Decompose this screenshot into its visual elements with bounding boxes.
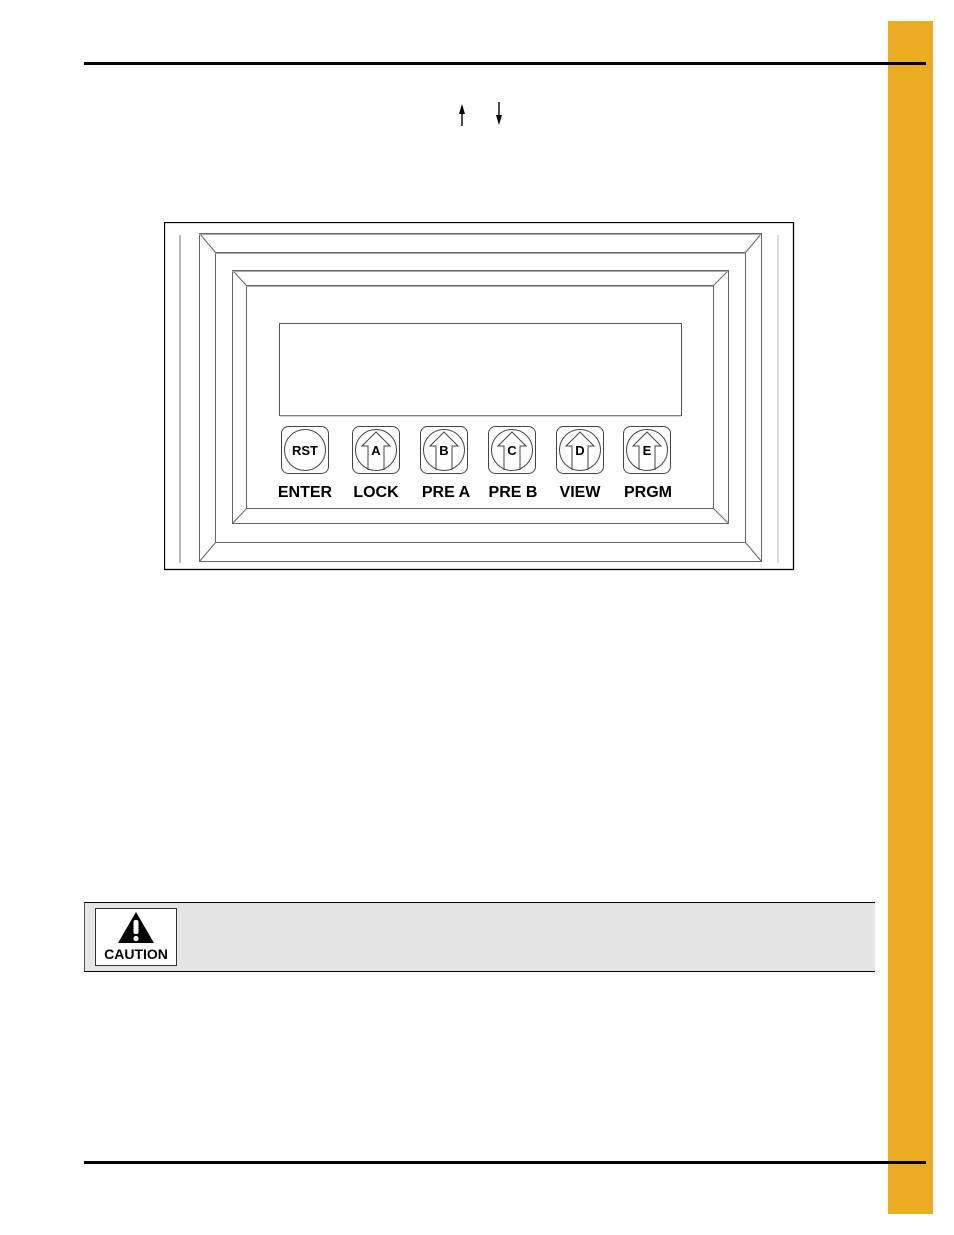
key-rst[interactable]: RST (281, 426, 329, 474)
caution-box (84, 902, 875, 972)
key-face-text: B (439, 443, 448, 458)
key-face-text: A (371, 443, 381, 458)
up-arrow-icon (459, 104, 465, 126)
key-face-text: C (507, 443, 517, 458)
key-label-rst: ENTER (278, 484, 333, 501)
caution-icon: CAUTION (95, 908, 177, 966)
key-label-a: LOCK (353, 484, 399, 501)
key-b[interactable]: B (420, 426, 468, 474)
arrow-symbols (459, 102, 502, 126)
key-d[interactable]: D (556, 426, 604, 474)
key-face-text: RST (292, 443, 318, 458)
key-label-e: PRGM (624, 484, 672, 501)
lcd-display (279, 323, 682, 416)
section-tab (888, 21, 933, 1214)
key-face-text: E (643, 443, 652, 458)
key-c[interactable]: C (488, 426, 536, 474)
down-arrow-icon (496, 102, 502, 125)
footer-rule (84, 1161, 926, 1164)
key-label-c: PRE B (489, 484, 538, 501)
key-e[interactable]: E (623, 426, 671, 474)
controller-panel-figure: RST ENTER A LOCK B PRE A C PRE B D VIEW E PRGM (164, 222, 795, 571)
header-rule (84, 62, 926, 65)
key-face-text: D (575, 443, 584, 458)
key-label-d: VIEW (560, 484, 602, 501)
key-a[interactable]: A (352, 426, 400, 474)
caution-label: CAUTION (104, 946, 168, 962)
key-label-b: PRE A (422, 484, 471, 501)
